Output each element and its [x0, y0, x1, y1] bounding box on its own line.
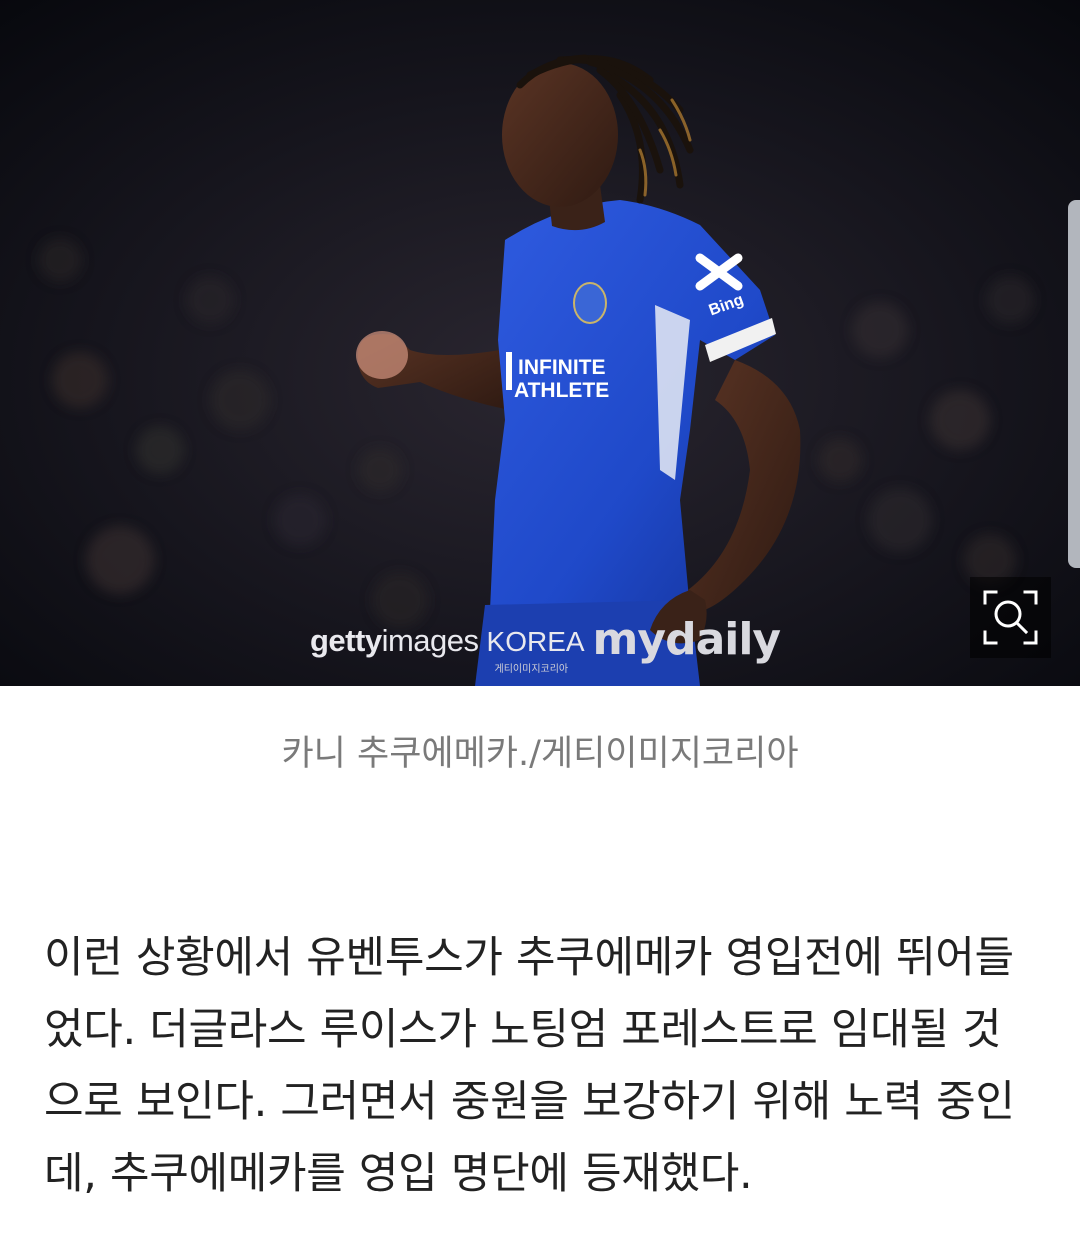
korea-watermark: KOREA 게티이미지코리아: [487, 628, 585, 676]
zoom-photo-button[interactable]: [970, 577, 1051, 658]
jersey-sponsor-line1: INFINITE: [518, 356, 606, 379]
zoom-magnifier-icon: [983, 590, 1038, 645]
photo-watermark: gettyimages KOREA 게티이미지코리아 mydaily: [310, 614, 782, 676]
body-line: 이런 상황에서 유벤투스가 추쿠에메카 영입전에 뛰어들: [44, 933, 1014, 983]
photo-caption: 카니 추쿠에메카./게티이미지코리아: [281, 734, 799, 774]
jersey-sponsor-line2: ATHLETE: [514, 379, 609, 402]
korea-sub-text: 게티이미지코리아: [494, 664, 569, 675]
getty-watermark: gettyimages: [310, 625, 479, 676]
article-page: Bing INFINITE ATHLETE gettyimages KOREA …: [0, 0, 1080, 1246]
body-line: 었다. 더글라스 루이스가 노팅엄 포레스트로 임대될 것: [44, 1005, 1002, 1055]
mydaily-watermark: mydaily: [592, 614, 782, 665]
article-photo[interactable]: Bing INFINITE ATHLETE gettyimages KOREA …: [0, 0, 1080, 686]
getty-bold-text: getty: [310, 623, 382, 658]
body-line: 데, 추쿠에메카를 영입 명단에 등재했다.: [44, 1149, 753, 1199]
side-scroll-indicator[interactable]: [1068, 200, 1080, 568]
body-line: 으로 보인다. 그러면서 중원을 보강하기 위해 노력 중인: [44, 1077, 1015, 1127]
player-photo-illustration: Bing INFINITE ATHLETE: [0, 0, 1080, 686]
article-body: 이런 상황에서 유벤투스가 추쿠에메카 영입전에 뛰어들 었다. 더글라스 루이…: [44, 922, 1044, 1210]
korea-text: KOREA: [486, 626, 585, 657]
getty-light-text: images: [381, 623, 479, 658]
